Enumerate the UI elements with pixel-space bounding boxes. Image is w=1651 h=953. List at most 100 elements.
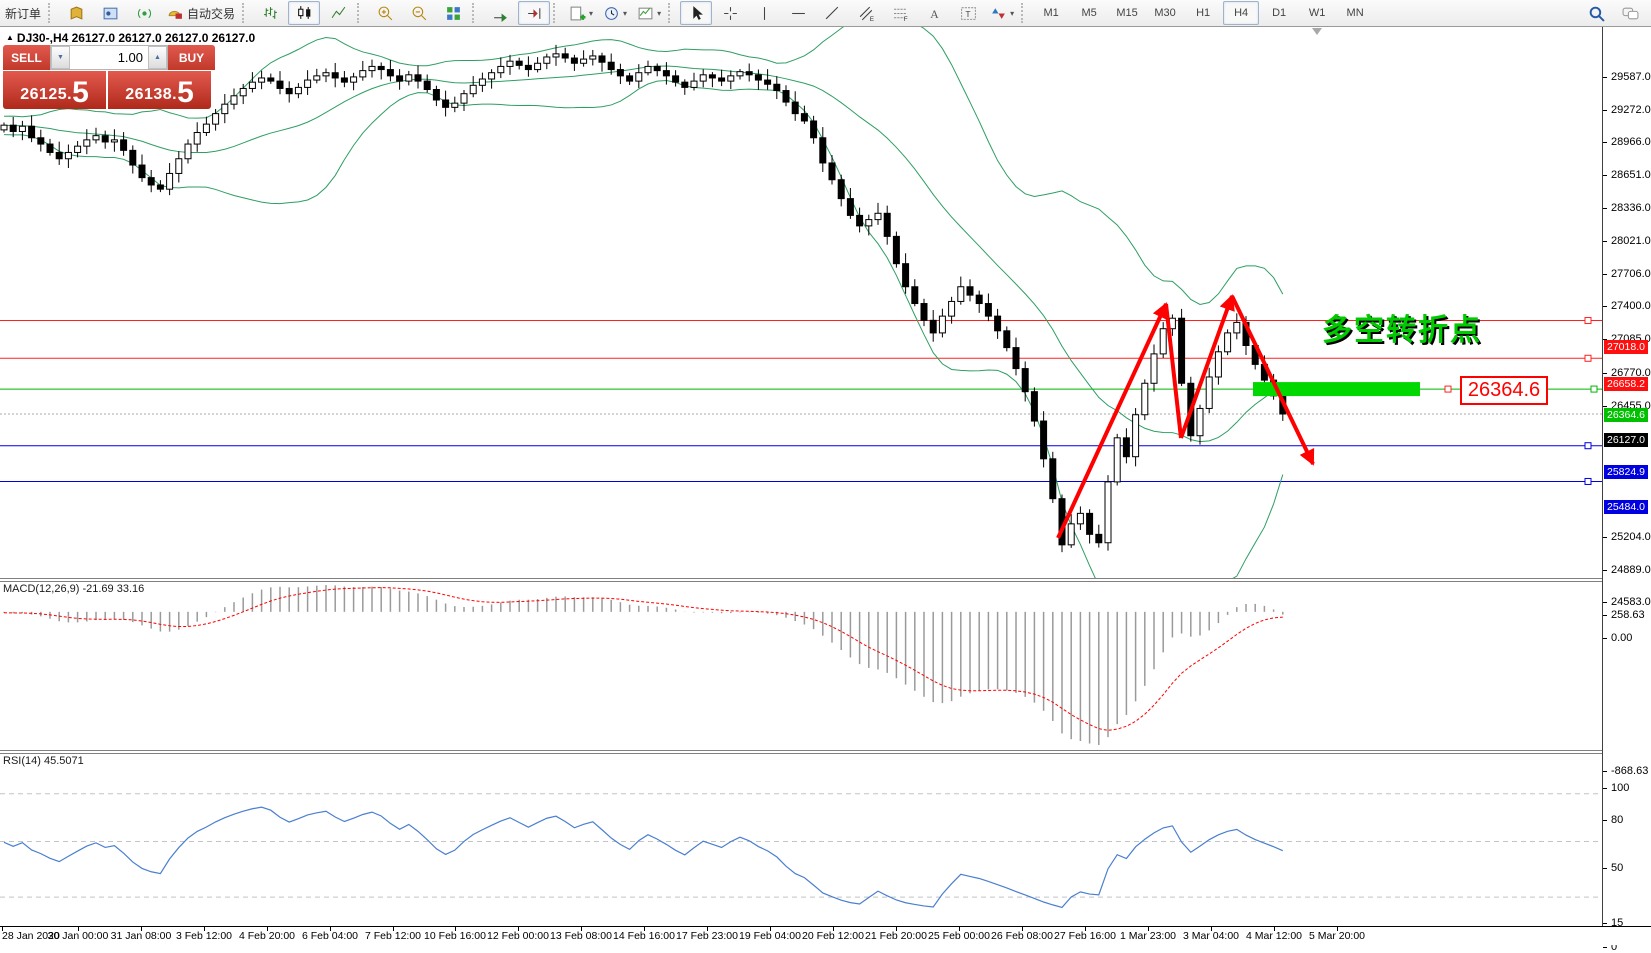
text-button[interactable]: A (918, 1, 950, 25)
candlestick-button[interactable] (288, 1, 320, 25)
arrows-button[interactable]: ▾ (986, 1, 1018, 25)
bar-chart-button[interactable] (254, 1, 286, 25)
sell-price-button[interactable]: 26125.5 (3, 71, 106, 109)
rsi-tick-label: 100 (1611, 782, 1629, 794)
chart-shift-button[interactable] (518, 1, 550, 25)
candle-body (801, 114, 807, 121)
zoom-out-icon (411, 5, 428, 22)
chat-icon (1622, 5, 1639, 22)
community-button[interactable] (1614, 1, 1646, 25)
candle-body (185, 144, 191, 159)
candle-body (893, 236, 899, 263)
line-handle[interactable] (1591, 386, 1597, 392)
tile-windows-button[interactable] (437, 1, 469, 25)
chevron-down-icon[interactable]: ▾ (657, 9, 661, 18)
volume-up-button[interactable]: ▲ (148, 46, 167, 69)
rsi-pane[interactable] (0, 753, 1602, 925)
vline-button[interactable] (748, 1, 780, 25)
templates-button[interactable]: ▾ (633, 1, 665, 25)
zoom-in-button[interactable] (369, 1, 401, 25)
sell-button[interactable]: SELL (3, 45, 50, 70)
channel-button[interactable]: E (850, 1, 882, 25)
chevron-down-icon[interactable]: ▾ (589, 9, 593, 18)
pane-separator[interactable] (0, 750, 1602, 754)
chart-shift-icon (526, 5, 543, 22)
data-window-icon (102, 5, 119, 22)
chevron-down-icon[interactable]: ▾ (1010, 9, 1014, 18)
price-tick-label: 27400.0 (1611, 300, 1651, 312)
periods-button[interactable]: ▾ (599, 1, 631, 25)
crosshair-button[interactable] (714, 1, 746, 25)
tf-m1[interactable]: M1 (1033, 1, 1069, 25)
price-tick-label: 24583.0 (1611, 596, 1651, 608)
buy-price-button[interactable]: 26138.5 (108, 71, 211, 109)
candle-body (387, 70, 393, 76)
trend-arrow[interactable] (1058, 304, 1166, 538)
auto-scroll-button[interactable] (484, 1, 516, 25)
time-tick-label: 17 Feb 23:00 (676, 930, 738, 942)
tf-mn[interactable]: MN (1337, 1, 1373, 25)
tf-m30[interactable]: M30 (1147, 1, 1183, 25)
candle-body (663, 71, 669, 76)
new-order-button[interactable]: 新订单 (1, 1, 45, 25)
volume-value[interactable]: 1.00 (70, 46, 148, 69)
tf-m15[interactable]: M15 (1109, 1, 1145, 25)
fibonacci-button[interactable]: F (884, 1, 916, 25)
time-tick-label: 21 Feb 20:00 (865, 930, 927, 942)
time-tick-label: 14 Feb 16:00 (613, 930, 675, 942)
candle-body (921, 304, 927, 321)
data-window-button[interactable] (94, 1, 126, 25)
market-watch-button[interactable] (60, 1, 92, 25)
cursor-button[interactable] (680, 1, 712, 25)
trendline-button[interactable] (816, 1, 848, 25)
line-handle[interactable] (1585, 318, 1591, 324)
candle-body (820, 138, 826, 163)
volume-down-button[interactable]: ▼ (51, 46, 70, 69)
candle-body (295, 87, 301, 93)
candle-body (1151, 354, 1157, 383)
time-axis[interactable]: 28 Jan 202030 Jan 00:0031 Jan 08:003 Feb… (0, 926, 1651, 945)
main-price-chart[interactable] (0, 27, 1602, 578)
pane-separator[interactable] (0, 578, 1602, 582)
macd-pane[interactable] (0, 581, 1602, 751)
candle-body (691, 81, 697, 87)
line-handle[interactable] (1585, 478, 1591, 484)
macd-signal-line (4, 588, 1283, 731)
candle-body (351, 77, 357, 82)
candle-body (111, 140, 117, 142)
line-chart-button[interactable] (322, 1, 354, 25)
candle-body (847, 199, 853, 216)
auto-trading-button[interactable]: 自动交易 (162, 1, 239, 25)
chart-annotation-text[interactable]: 多空转折点 (1322, 305, 1482, 349)
tf-d1-label: D1 (1272, 7, 1286, 19)
line-handle[interactable] (1585, 443, 1591, 449)
trend-arrow[interactable] (1181, 296, 1232, 438)
highlight-price-label[interactable]: 26364.6 (1460, 376, 1548, 405)
label-button[interactable]: T (952, 1, 984, 25)
tf-h4[interactable]: H4 (1223, 1, 1259, 25)
time-tick-label: 3 Feb 12:00 (176, 930, 232, 942)
search-button[interactable] (1580, 1, 1612, 25)
chevron-down-icon[interactable]: ▾ (623, 9, 627, 18)
candle-body (443, 100, 449, 107)
tf-h1[interactable]: H1 (1185, 1, 1221, 25)
rsi-tick-mark (1603, 923, 1607, 924)
candle-body (130, 150, 136, 165)
hline-button[interactable] (782, 1, 814, 25)
line-handle[interactable] (1445, 386, 1451, 392)
chart-shift-marker-icon[interactable] (1312, 28, 1322, 35)
signals-button[interactable] (128, 1, 160, 25)
candle-body (406, 75, 412, 81)
price-axis[interactable]: 29587.029272.028966.028651.028336.028021… (1602, 27, 1651, 926)
zoom-out-button[interactable] (403, 1, 435, 25)
tf-m5[interactable]: M5 (1071, 1, 1107, 25)
buy-button[interactable]: BUY (168, 45, 215, 70)
trend-arrow[interactable] (1232, 296, 1313, 464)
tf-d1[interactable]: D1 (1261, 1, 1297, 25)
line-handle[interactable] (1585, 355, 1591, 361)
market-watch-icon (68, 5, 85, 22)
new-chart-button[interactable]: ▾ (565, 1, 597, 25)
candle-body (912, 287, 918, 304)
tf-w1[interactable]: W1 (1299, 1, 1335, 25)
vline-icon (756, 5, 773, 22)
